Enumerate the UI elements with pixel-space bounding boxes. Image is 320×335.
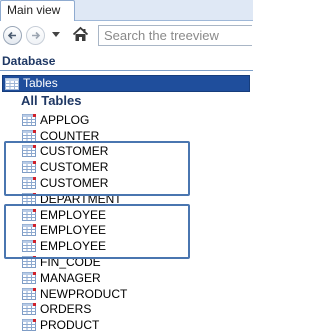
forward-button[interactable] (26, 26, 45, 45)
table-grid-icon (22, 287, 36, 300)
tables-node-label: Tables (23, 76, 58, 90)
table-name: PRODUCT (40, 318, 100, 333)
all-tables-label[interactable]: All Tables (21, 93, 81, 108)
tab-main-view[interactable]: Main view (0, 0, 75, 21)
table-grid-icon (22, 319, 36, 332)
table-grid-icon (22, 303, 36, 316)
table-name: ORDERS (40, 302, 92, 317)
back-arrow-icon (7, 31, 16, 40)
table-name: NEWPRODUCT (40, 286, 128, 301)
back-button[interactable] (3, 26, 22, 45)
table-row[interactable]: NEWPRODUCT (22, 286, 250, 302)
table-row[interactable]: ORDERS (22, 302, 250, 318)
table-grid-icon (22, 113, 36, 126)
table-row[interactable]: PRODUCT (22, 317, 250, 333)
history-dropdown-icon[interactable] (52, 32, 60, 37)
home-icon[interactable] (72, 26, 89, 43)
table-grid-icon (22, 271, 36, 284)
table-name: APPLOG (40, 112, 90, 127)
table-row[interactable]: MANAGER (22, 270, 250, 286)
highlight-box-employee (4, 204, 190, 259)
section-divider (0, 70, 253, 71)
table-name: MANAGER (40, 270, 101, 285)
tables-node[interactable]: Tables (2, 75, 250, 92)
table-grid-icon (22, 129, 36, 142)
table-grid-icon (5, 78, 19, 90)
highlight-box-customer (4, 141, 190, 196)
database-label: Database (2, 54, 56, 68)
treeview-search-input[interactable] (98, 25, 252, 46)
toolbar (0, 21, 253, 49)
tab-bar: Main view (0, 0, 253, 21)
table-row[interactable]: APPLOG (22, 112, 250, 128)
forward-arrow-icon (32, 31, 41, 40)
